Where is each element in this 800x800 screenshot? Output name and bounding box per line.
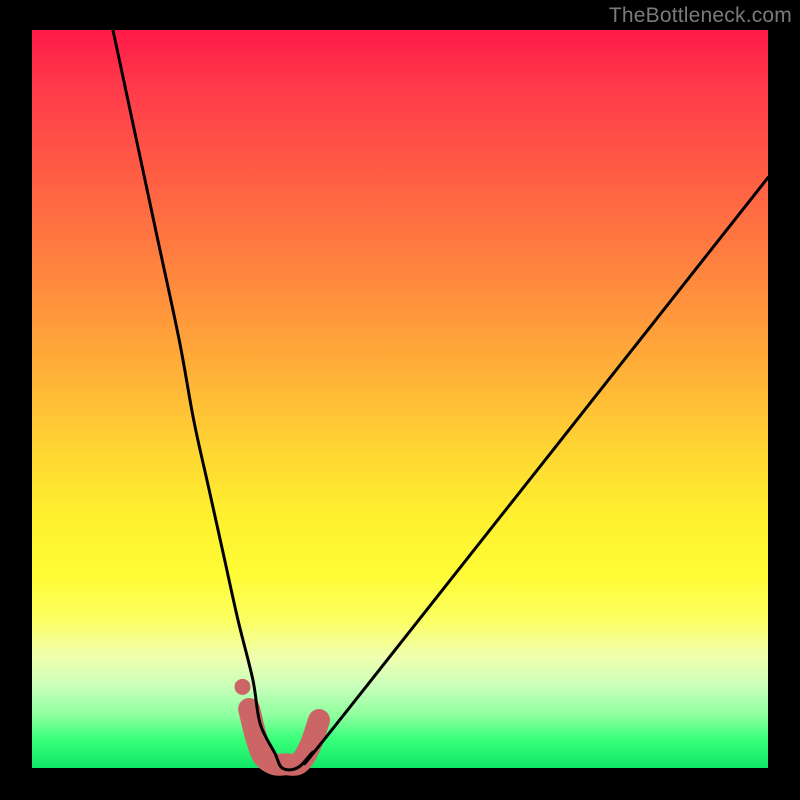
chart-frame: TheBottleneck.com xyxy=(0,0,800,800)
highlight-dot xyxy=(234,679,250,695)
watermark-text: TheBottleneck.com xyxy=(609,4,792,28)
curve-layer xyxy=(32,30,768,768)
plot-area xyxy=(32,30,768,768)
bottleneck-curve xyxy=(113,30,768,770)
